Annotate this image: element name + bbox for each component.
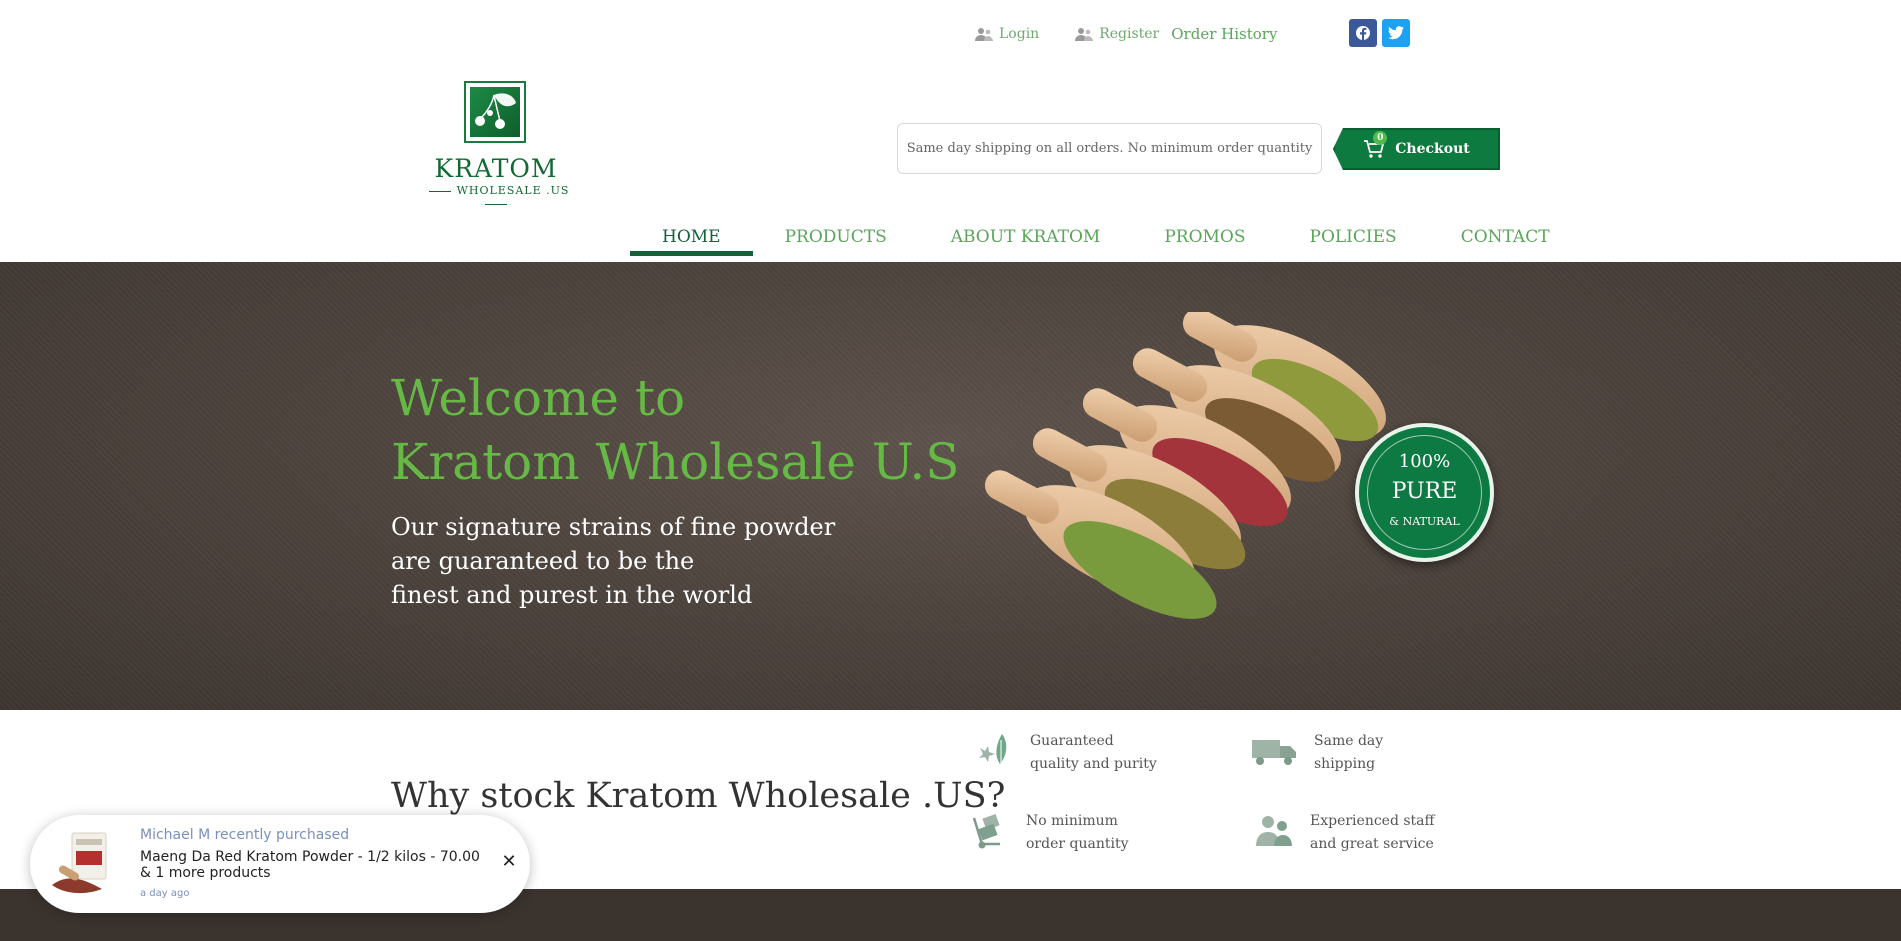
product-thumbnail: [52, 832, 107, 894]
nav-products[interactable]: PRODUCTS: [753, 218, 919, 256]
feature-shipping: Same day shipping: [1250, 730, 1383, 776]
recent-purchase-popup[interactable]: Michael M recently purchased Maeng Da Re…: [30, 815, 530, 913]
feature-no-minimum-text: No minimum order quantity: [1026, 810, 1129, 856]
people-icon: [1256, 816, 1292, 846]
feature-staff-text: Experienced staff and great service: [1310, 810, 1434, 856]
logo-mark: [464, 81, 526, 143]
close-icon[interactable]: ✕: [500, 853, 518, 871]
feature-staff-line-1: Experienced staff: [1310, 813, 1435, 829]
login-link[interactable]: Login: [975, 26, 1039, 42]
hand-truck-icon: [972, 813, 1000, 849]
popup-time: a day ago: [140, 888, 190, 899]
add-user-icon: [1075, 28, 1094, 41]
social-links: [1349, 19, 1410, 47]
hero-tagline-line-1: Our signature strains of fine powder: [391, 513, 836, 541]
hero-title-line-2: Kratom Wholesale U.S: [391, 433, 960, 491]
badge-bottom-text: & NATURAL: [1389, 515, 1460, 528]
feature-shipping-text: Same day shipping: [1314, 730, 1383, 776]
feature-shipping-line-1: Same day: [1314, 733, 1384, 749]
feature-staff: Experienced staff and great service: [1254, 810, 1434, 856]
order-history-link[interactable]: Order History: [1171, 25, 1277, 43]
badge-middle-text: PURE: [1391, 479, 1458, 504]
checkout-button[interactable]: 0 Checkout: [1333, 128, 1500, 170]
why-heading: Why stock Kratom Wholesale .US?: [391, 776, 1006, 816]
user-icon: [975, 28, 993, 41]
feature-no-minimum: No minimum order quantity: [970, 810, 1129, 856]
twitter-icon[interactable]: [1382, 19, 1410, 47]
hero-tagline-line-3: finest and purest in the world: [391, 581, 753, 609]
badge-top-text: 100%: [1398, 451, 1451, 472]
feature-no-minimum-line-1: No minimum: [1026, 813, 1118, 829]
feature-quality-text: Guaranteed quality and purity: [1030, 730, 1157, 776]
facebook-icon[interactable]: [1349, 19, 1377, 47]
hero-title-line-1: Welcome to: [391, 369, 686, 427]
feature-no-minimum-line-2: order quantity: [1026, 836, 1129, 852]
hero-tagline: Our signature strains of fine powder are…: [391, 510, 851, 612]
feature-staff-line-2: and great service: [1310, 836, 1434, 852]
register-link[interactable]: Register: [1075, 26, 1159, 42]
cart-icon: 0: [1363, 131, 1388, 159]
leaf-star-icon: [979, 734, 1007, 768]
checkout-label: Checkout: [1395, 141, 1470, 157]
popup-buyer: Michael M recently purchased: [140, 827, 350, 843]
logo-subtitle: WHOLESALE .US: [418, 184, 574, 210]
pure-natural-badge: 100% PURE & NATURAL: [1355, 423, 1494, 562]
feature-shipping-line-2: shipping: [1314, 756, 1376, 772]
main-nav: HOME PRODUCTS ABOUT KRATOM PROMOS POLICI…: [630, 218, 1582, 256]
site-logo[interactable]: KRATOM WHOLESALE .US: [418, 79, 574, 201]
nav-promos[interactable]: PROMOS: [1132, 218, 1277, 256]
nav-about-kratom[interactable]: ABOUT KRATOM: [919, 218, 1133, 256]
top-bar: Login Register Order History: [975, 22, 1277, 46]
register-label: Register: [1099, 26, 1160, 42]
nav-policies[interactable]: POLICIES: [1278, 218, 1429, 256]
hero-tagline-line-2: are guaranteed to be the: [391, 547, 695, 575]
nav-contact[interactable]: CONTACT: [1429, 218, 1582, 256]
feature-quality-line-2: quality and purity: [1030, 756, 1157, 772]
shipping-notice: Same day shipping on all orders. No mini…: [897, 123, 1322, 174]
nav-home[interactable]: HOME: [630, 218, 753, 256]
login-label: Login: [999, 26, 1040, 42]
logo-brand: KRATOM: [434, 154, 558, 183]
feature-quality: Guaranteed quality and purity: [974, 730, 1157, 776]
leaf-berries-icon: [475, 93, 516, 129]
feature-quality-line-1: Guaranteed: [1030, 733, 1114, 749]
hero-banner: Welcome to Kratom Wholesale U.S Our sign…: [0, 262, 1901, 710]
page: Login Register Order History KRATOM WHOL…: [0, 0, 1901, 941]
truck-icon: [1252, 740, 1296, 765]
hero-title: Welcome to Kratom Wholesale U.S: [391, 366, 959, 494]
popup-product: Maeng Da Red Kratom Powder - 1/2 kilos -…: [140, 849, 480, 881]
